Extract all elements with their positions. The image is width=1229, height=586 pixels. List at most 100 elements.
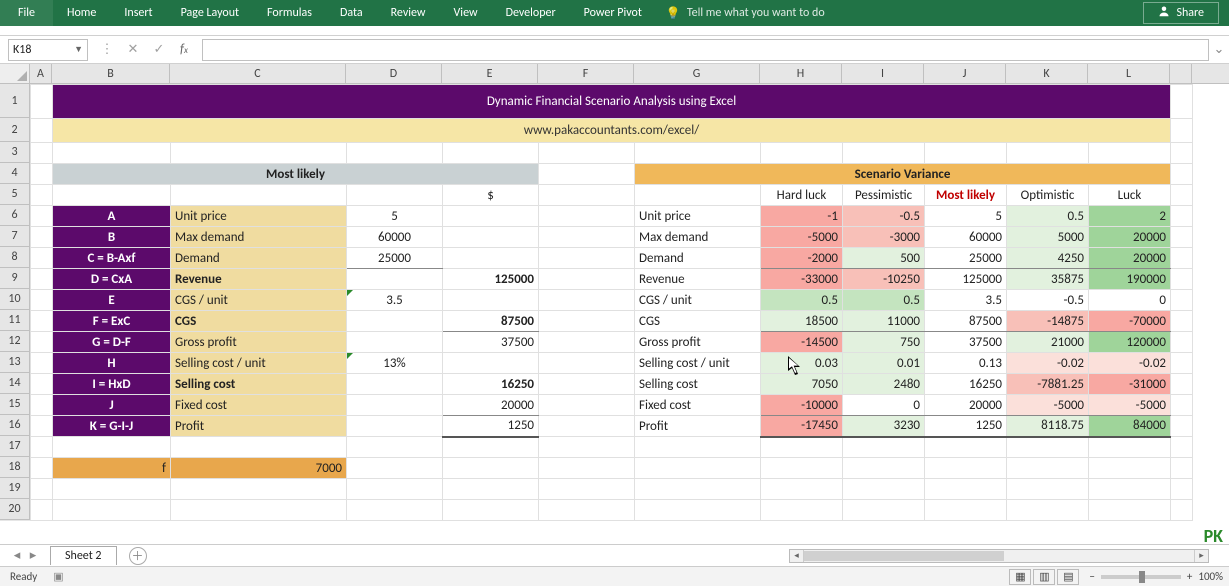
cell[interactable]: 0.5	[843, 290, 925, 311]
cell[interactable]: 0	[843, 395, 925, 416]
row-header[interactable]: 2	[0, 118, 30, 142]
add-sheet-button[interactable]: ＋	[129, 547, 147, 565]
cell[interactable]	[443, 227, 539, 248]
cell[interactable]: -3000	[843, 227, 925, 248]
cell[interactable]: 25000	[925, 248, 1007, 269]
horizontal-scrollbar[interactable]: ◂ ▸	[789, 549, 1209, 563]
row-header[interactable]: 20	[0, 499, 30, 520]
cell[interactable]: 500	[843, 248, 925, 269]
cell[interactable]: -70000	[1089, 311, 1171, 332]
cell[interactable]: 0.03	[761, 353, 843, 374]
cell[interactable]: 20000	[1089, 227, 1171, 248]
col-header[interactable]: J	[924, 64, 1006, 83]
cell[interactable]: 125000	[443, 269, 539, 290]
row-header[interactable]: 18	[0, 457, 30, 478]
row-header[interactable]: 16	[0, 415, 30, 436]
cell[interactable]: -10250	[843, 269, 925, 290]
zoom-out-icon[interactable]: −	[1089, 570, 1094, 583]
cell[interactable]: 0.5	[1007, 206, 1089, 227]
row-header[interactable]: 11	[0, 310, 30, 331]
cell[interactable]: 87500	[443, 311, 539, 332]
cell[interactable]	[347, 311, 443, 332]
col-header[interactable]: E	[442, 64, 538, 83]
cell[interactable]: 3.5	[347, 290, 443, 311]
cell[interactable]: -0.02	[1007, 353, 1089, 374]
col-header[interactable]: C	[170, 64, 346, 83]
row-header[interactable]: 7	[0, 226, 30, 247]
cell[interactable]: 4250	[1007, 248, 1089, 269]
share-button[interactable]: Share	[1143, 2, 1219, 24]
cell[interactable]: 5000	[1007, 227, 1089, 248]
col-header[interactable]: L	[1088, 64, 1170, 83]
cell[interactable]: -0.5	[1007, 290, 1089, 311]
cell[interactable]: 1250	[443, 416, 539, 437]
review-tab[interactable]: Review	[377, 0, 440, 26]
cell[interactable]: 37500	[443, 332, 539, 353]
macro-record-icon[interactable]: ▣	[47, 570, 69, 583]
cell[interactable]: 21000	[1007, 332, 1089, 353]
cell[interactable]: 60000	[347, 227, 443, 248]
tab-nav-first-icon[interactable]: ◂	[10, 548, 24, 563]
scroll-right-icon[interactable]: ▸	[1194, 550, 1208, 562]
normal-view-button[interactable]: ▦	[1009, 569, 1031, 585]
formulas-tab[interactable]: Formulas	[253, 0, 326, 26]
cell[interactable]: 3.5	[925, 290, 1007, 311]
enter-icon[interactable]: ✓	[150, 42, 168, 57]
cell[interactable]: -14500	[761, 332, 843, 353]
cancel-icon[interactable]: ✕	[124, 42, 142, 57]
insert-tab[interactable]: Insert	[110, 0, 166, 26]
page-layout-view-button[interactable]: ▥	[1033, 569, 1055, 585]
cell[interactable]: 7050	[761, 374, 843, 395]
cell[interactable]: 20000	[443, 395, 539, 416]
col-header[interactable]	[1170, 64, 1192, 83]
col-header[interactable]: K	[1006, 64, 1088, 83]
data-tab[interactable]: Data	[326, 0, 377, 26]
developer-tab[interactable]: Developer	[492, 0, 570, 26]
zoom-slider[interactable]	[1101, 575, 1181, 579]
cell[interactable]: 0.01	[843, 353, 925, 374]
row-header[interactable]: 1	[0, 84, 30, 118]
zoom-percent[interactable]: 100%	[1198, 570, 1223, 583]
cell[interactable]: 20000	[925, 395, 1007, 416]
row-header[interactable]: 6	[0, 205, 30, 226]
cell[interactable]	[347, 416, 443, 437]
tell-me-search[interactable]: 💡 Tell me what you want to do	[656, 0, 835, 26]
cell[interactable]: 8118.75	[1007, 416, 1089, 437]
row-header[interactable]: 15	[0, 394, 30, 415]
cell[interactable]: -10000	[761, 395, 843, 416]
cell[interactable]	[443, 353, 539, 374]
expand-formula-bar[interactable]: ⌄	[1209, 42, 1229, 57]
cell[interactable]	[347, 269, 443, 290]
cell[interactable]: 2	[1089, 206, 1171, 227]
cell[interactable]	[347, 332, 443, 353]
row-header[interactable]: 17	[0, 436, 30, 457]
name-box[interactable]: K18 ▼	[8, 39, 88, 61]
zoom-in-icon[interactable]: +	[1187, 570, 1192, 583]
select-all-corner[interactable]	[0, 64, 30, 83]
cell[interactable]: 16250	[443, 374, 539, 395]
cell[interactable]: -17450	[761, 416, 843, 437]
row-header[interactable]: 10	[0, 289, 30, 310]
cell[interactable]: 37500	[925, 332, 1007, 353]
zoom-control[interactable]: − + 100%	[1089, 570, 1223, 583]
col-header[interactable]: F	[538, 64, 634, 83]
formula-input[interactable]	[202, 39, 1209, 61]
row-header[interactable]: 9	[0, 268, 30, 289]
row-header[interactable]: 12	[0, 331, 30, 352]
row-header[interactable]: 8	[0, 247, 30, 268]
cell[interactable]: -31000	[1089, 374, 1171, 395]
col-header[interactable]: I	[842, 64, 924, 83]
cell[interactable]: -5000	[1089, 395, 1171, 416]
cell[interactable]: -1	[761, 206, 843, 227]
cell[interactable]	[443, 290, 539, 311]
f-value[interactable]: 7000	[171, 458, 347, 479]
home-tab[interactable]: Home	[53, 0, 110, 26]
cell[interactable]: 125000	[925, 269, 1007, 290]
chevron-down-icon[interactable]: ▼	[74, 44, 83, 55]
row-header[interactable]: 3	[0, 142, 30, 163]
row-header[interactable]: 4	[0, 163, 30, 184]
cell[interactable]: 750	[843, 332, 925, 353]
cell[interactable]	[443, 248, 539, 269]
col-header[interactable]: G	[634, 64, 760, 83]
cell[interactable]: -0.02	[1089, 353, 1171, 374]
